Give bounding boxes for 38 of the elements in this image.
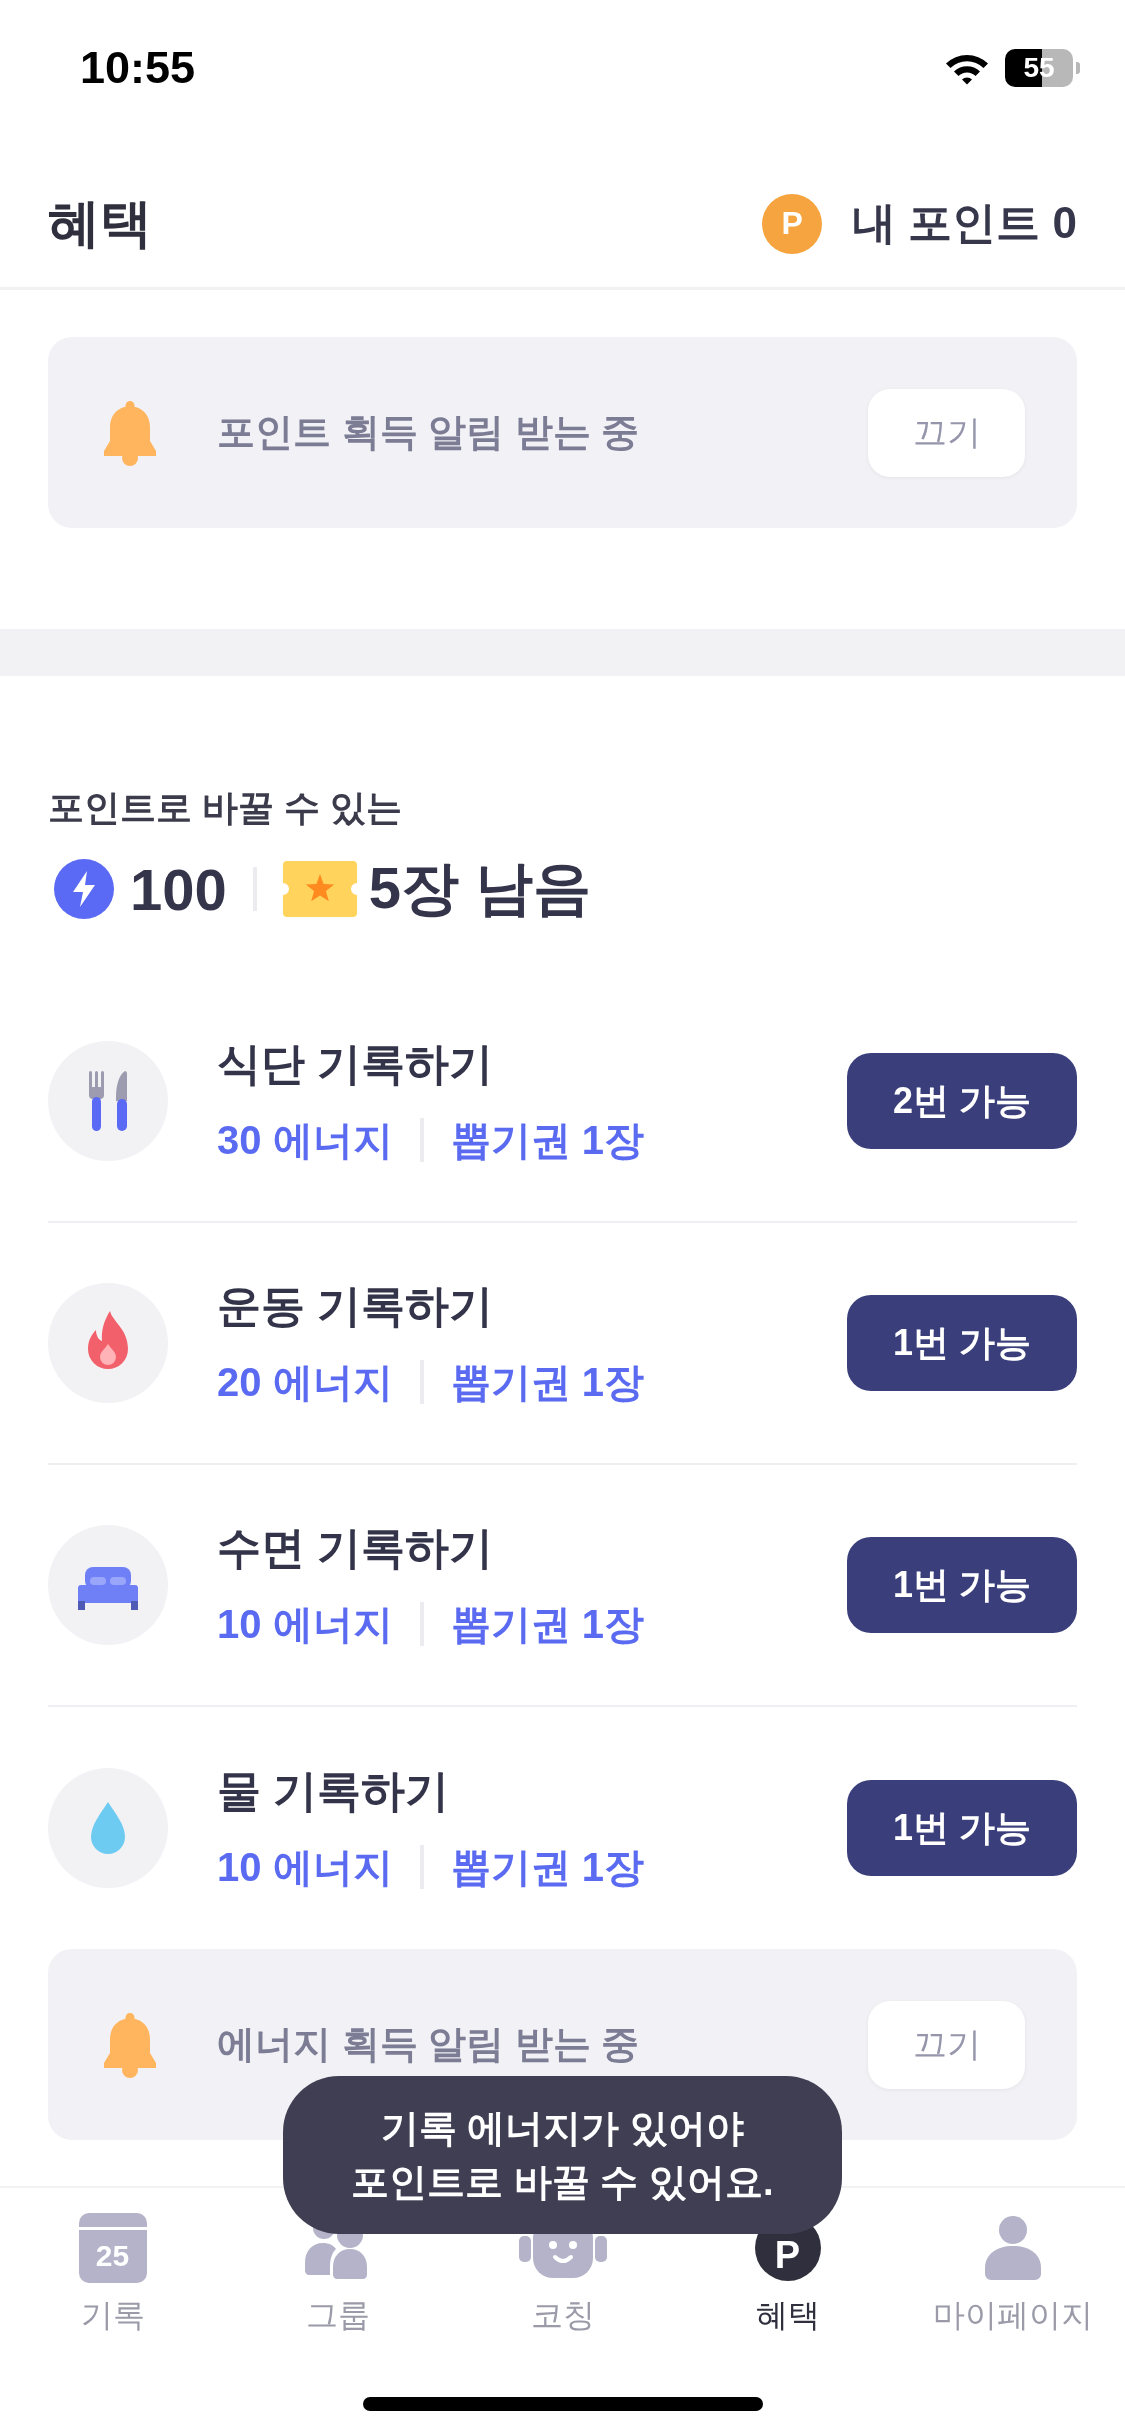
- status-time: 10:55: [80, 42, 196, 94]
- points-label: 내 포인트 0: [852, 197, 1077, 249]
- calendar-icon: 25: [78, 2213, 147, 2283]
- task-title: 물 기록하기: [217, 1765, 450, 1817]
- task-title: 식단 기록하기: [217, 1038, 494, 1090]
- ticket-count: 5장 남음: [368, 854, 592, 922]
- energy-reward: 10 에너지: [217, 1844, 393, 1891]
- energy-amount: 100: [130, 855, 227, 923]
- mute-button[interactable]: 끄기: [868, 2000, 1025, 2089]
- alert-message: 포인트 획득 알림 받는 중: [217, 410, 641, 455]
- mute-button[interactable]: 끄기: [868, 388, 1025, 477]
- tab[interactable]: 25 기록: [0, 2213, 225, 2335]
- flame-icon: [48, 1283, 168, 1403]
- energy-reward: 30 에너지: [217, 1117, 393, 1164]
- availability-button[interactable]: 1번 가능: [846, 1537, 1077, 1633]
- exchange-caption: 포인트로 바꿀 수 있는: [48, 786, 403, 830]
- bed-icon: [48, 1525, 168, 1645]
- energy-reward: 20 에너지: [217, 1359, 393, 1406]
- info-toast: 기록 에너지가 있어야 포인트로 바꿀 수 있어요.: [283, 2076, 842, 2234]
- tab[interactable]: 마이페이지: [900, 2213, 1125, 2335]
- bolt-icon: [54, 859, 114, 919]
- coin-icon: P: [762, 193, 823, 254]
- water-drop-icon: [48, 1768, 168, 1888]
- availability-button[interactable]: 1번 가능: [846, 1780, 1077, 1876]
- ticket-reward: 뽑기권 1장: [450, 1601, 644, 1648]
- page-title: 혜택: [48, 192, 152, 254]
- person-icon: [984, 2216, 1041, 2280]
- energy-reward: 10 에너지: [217, 1601, 393, 1648]
- fork-knife-icon: [48, 1041, 168, 1161]
- ticket-reward: 뽑기권 1장: [450, 1359, 644, 1406]
- ticket-reward: 뽑기권 1장: [450, 1117, 644, 1164]
- task-title: 운동 기록하기: [217, 1280, 494, 1332]
- availability-button[interactable]: 1번 가능: [846, 1295, 1077, 1391]
- ticket-reward: 뽑기권 1장: [450, 1844, 644, 1891]
- task-title: 수면 기록하기: [217, 1522, 494, 1574]
- alert-message: 에너지 획득 알림 받는 중: [217, 2022, 641, 2067]
- ticket-icon: [282, 861, 357, 917]
- availability-button[interactable]: 2번 가능: [846, 1053, 1077, 1149]
